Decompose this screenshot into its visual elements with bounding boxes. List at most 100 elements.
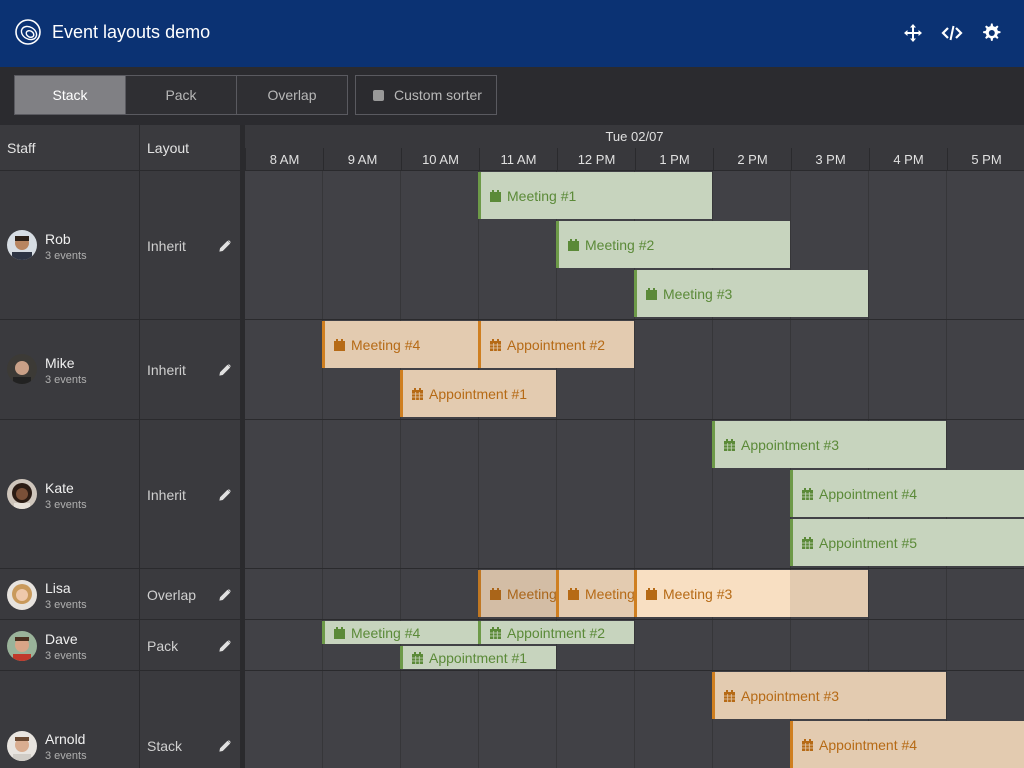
event-bar[interactable]: Meeting #3 — [634, 270, 868, 317]
calendar-grid-icon — [802, 738, 813, 751]
resource-name: Kate — [45, 480, 74, 496]
overlap-layout-button[interactable]: Overlap — [236, 75, 348, 115]
code-icon[interactable] — [940, 21, 964, 45]
avatar — [7, 354, 37, 384]
event-name: Meeting #4 — [351, 336, 421, 353]
resource-name: Rob — [45, 231, 71, 247]
staff-column-header[interactable]: Staff — [7, 125, 137, 171]
avatar — [7, 731, 37, 761]
pack-layout-button[interactable]: Pack — [125, 75, 237, 115]
event-bar[interactable]: Appointment #1 — [400, 646, 556, 669]
layout-value: Inherit — [147, 362, 186, 378]
resource-name: Mike — [45, 355, 75, 371]
pencil-icon[interactable] — [218, 239, 232, 253]
layout-value: Inherit — [147, 238, 186, 254]
event-name: Meeting #1 — [507, 187, 577, 204]
event-name: Appointment #1 — [429, 649, 528, 666]
event-bar[interactable]: Meeting #4 — [322, 321, 478, 368]
custom-sorter-label: Custom sorter — [394, 87, 482, 103]
event-name: Meeting #3 — [663, 585, 733, 602]
toolbar: Stack Pack Overlap Custom sorter — [0, 67, 1024, 125]
event-name: Appointment #3 — [741, 687, 840, 704]
checkbox-icon — [373, 89, 384, 101]
event-bar[interactable]: Appointment #3 — [712, 672, 946, 719]
avatar — [7, 580, 37, 610]
calendar-grid-icon — [724, 438, 735, 451]
event-name: Meeting #2 — [585, 236, 655, 253]
calendar-icon — [646, 587, 657, 600]
hour-header-cell: 10 AM — [401, 148, 479, 171]
event-name: Appointment #5 — [819, 534, 918, 551]
pencil-icon[interactable] — [218, 588, 232, 602]
event-bar[interactable]: Appointment #4 — [790, 470, 1024, 517]
app-header: Event layouts demo — [0, 0, 1024, 67]
event-bar[interactable]: Appointment #4 — [790, 721, 1024, 768]
event-bar[interactable]: Meeting #1 — [478, 172, 712, 219]
event-count: 3 events — [45, 499, 87, 511]
hour-header-cell: 4 PM — [869, 148, 947, 171]
event-bar-overlap-tail[interactable] — [790, 570, 868, 617]
calendar-grid-icon — [724, 689, 735, 702]
event-name: Appointment #2 — [507, 336, 606, 353]
event-count: 3 events — [45, 599, 87, 611]
hour-header-cell: 11 AM — [479, 148, 557, 171]
resource-grid — [0, 125, 240, 768]
calendar-grid-icon — [490, 338, 501, 351]
pencil-icon[interactable] — [218, 363, 232, 377]
event-name: Meeting #3 — [663, 285, 733, 302]
event-bar[interactable]: Appointment #2 — [478, 621, 634, 644]
event-name: Appointment #2 — [507, 624, 606, 641]
calendar-icon — [334, 338, 345, 351]
event-name: Appointment #4 — [819, 736, 918, 753]
move-icon[interactable] — [901, 21, 925, 45]
calendar-grid-icon — [490, 626, 501, 639]
calendar-icon — [490, 587, 501, 600]
avatar — [7, 230, 37, 260]
hour-header-cell: 12 PM — [557, 148, 635, 171]
layout-value: Inherit — [147, 487, 186, 503]
avatar — [7, 479, 37, 509]
calendar-grid-icon — [802, 487, 813, 500]
hour-header: 8 AM 9 AM 10 AM 11 AM 12 PM 1 PM 2 PM 3 … — [245, 148, 1024, 171]
event-name: Appointment #4 — [819, 485, 918, 502]
date-header: Tue 02/07 — [245, 125, 1024, 148]
calendar-icon — [568, 587, 579, 600]
event-bar[interactable]: Appointment #1 — [400, 370, 556, 417]
avatar — [7, 631, 37, 661]
event-name: Meeting #4 — [351, 624, 421, 641]
pencil-icon[interactable] — [218, 739, 232, 753]
resource-name: Arnold — [45, 731, 86, 747]
event-count: 3 events — [45, 750, 87, 762]
layout-column-header[interactable]: Layout — [147, 125, 237, 171]
event-bar[interactable]: Meeting #4 — [322, 621, 478, 644]
pencil-icon[interactable] — [218, 488, 232, 502]
event-count: 3 events — [45, 374, 87, 386]
event-count: 3 events — [45, 250, 87, 262]
calendar-icon — [568, 238, 579, 251]
resource-name: Dave — [45, 631, 78, 647]
layout-value: Overlap — [147, 587, 197, 603]
event-bar[interactable]: Appointment #5 — [790, 519, 1024, 566]
custom-sorter-checkbox[interactable]: Custom sorter — [355, 75, 497, 115]
event-name: Appointment #3 — [741, 436, 840, 453]
calendar-grid-icon — [412, 387, 423, 400]
stack-layout-button[interactable]: Stack — [14, 75, 126, 115]
event-name: Appointment #1 — [429, 385, 528, 402]
pencil-icon[interactable] — [218, 639, 232, 653]
event-bar[interactable]: Appointment #2 — [478, 321, 634, 368]
event-count: 3 events — [45, 650, 87, 662]
column-divider — [139, 125, 140, 768]
layout-value: Stack — [147, 738, 183, 754]
event-bar[interactable]: Meeting #2 — [556, 221, 790, 268]
page-title: Event layouts demo — [52, 22, 211, 42]
hour-header-cell: 9 AM — [323, 148, 401, 171]
calendar-icon — [490, 189, 501, 202]
calendar-grid-icon — [412, 651, 423, 664]
event-bar[interactable]: Appointment #3 — [712, 421, 946, 468]
hour-header-cell: 2 PM — [713, 148, 791, 171]
hour-header-cell: 5 PM — [947, 148, 1024, 171]
resource-name: Lisa — [45, 580, 71, 596]
event-bar[interactable]: Meeting #3 — [634, 570, 790, 617]
calendar-icon — [334, 626, 345, 639]
gear-icon[interactable] — [979, 21, 1003, 45]
